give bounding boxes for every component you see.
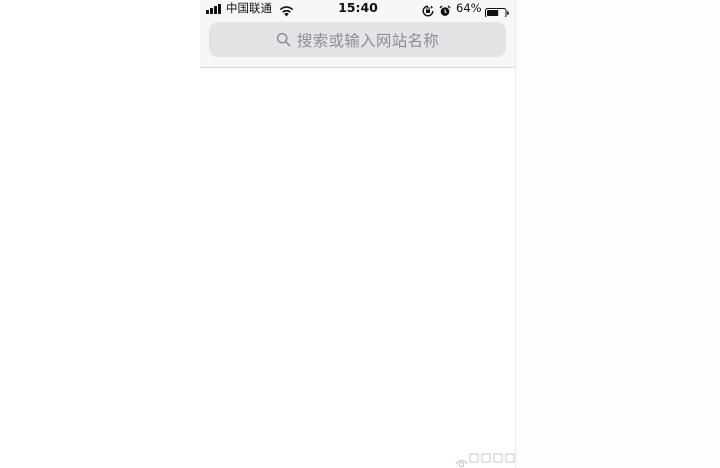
carrier-name: 中国联通 <box>226 1 272 15</box>
status-bar: 中国联通 15:40 64% <box>200 0 515 18</box>
blank-page-content <box>200 68 515 468</box>
search-placeholder: 搜索或输入网站名称 <box>296 31 440 50</box>
navigation-bar: 搜索或输入网站名称 <box>200 17 515 68</box>
watermark-mark <box>469 453 515 463</box>
alarm-icon <box>439 2 451 16</box>
search-icon <box>276 32 291 47</box>
phone-screen: 中国联通 15:40 64% 搜索或输入网站名称 <box>200 0 516 468</box>
signal-icon <box>206 4 224 14</box>
search-input[interactable]: 搜索或输入网站名称 <box>209 22 506 57</box>
wifi-icon <box>279 2 294 17</box>
watermark-icon <box>455 453 468 468</box>
battery-percentage: 64% <box>456 1 482 15</box>
rotation-lock-icon <box>422 2 434 17</box>
battery-icon <box>485 3 509 18</box>
empty-canvas-right <box>516 0 720 468</box>
watermark-logo <box>455 451 517 468</box>
